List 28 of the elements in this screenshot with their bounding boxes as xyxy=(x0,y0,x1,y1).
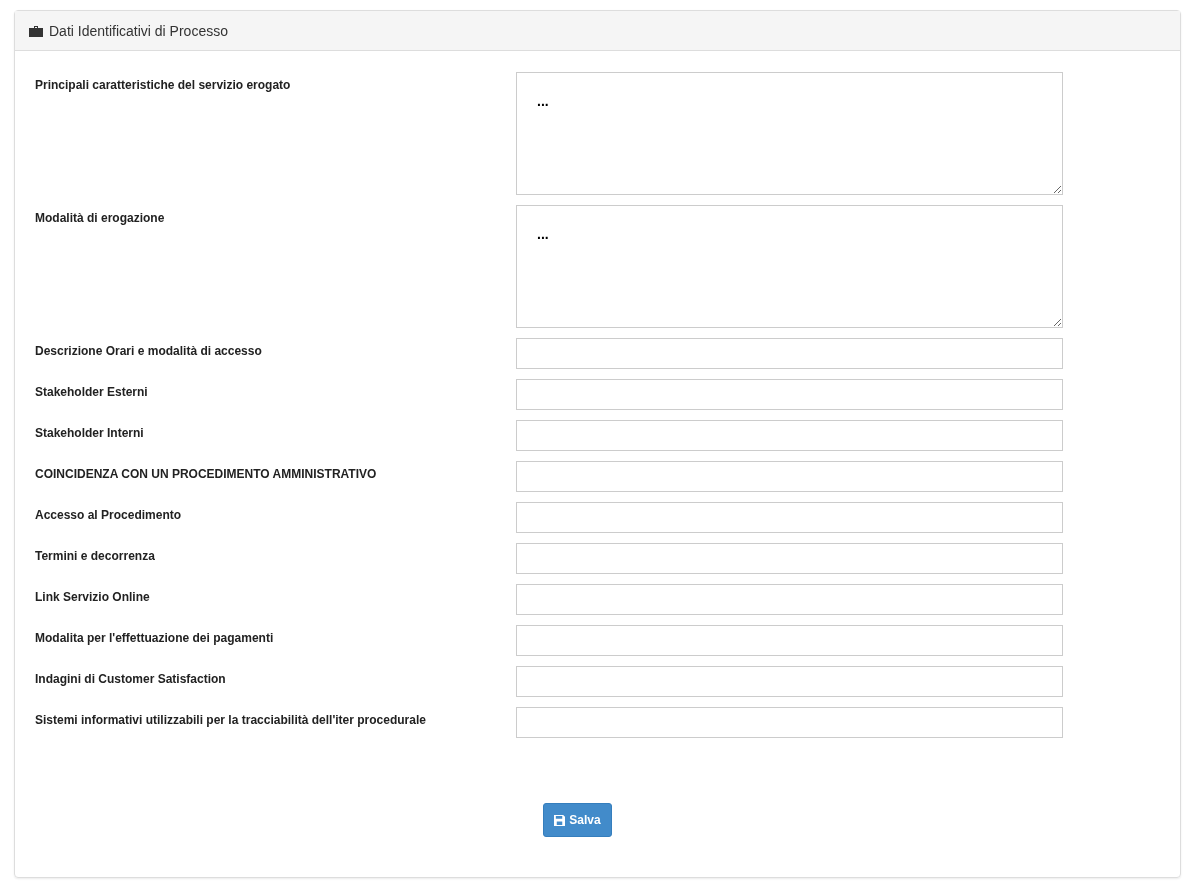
input-field[interactable] xyxy=(516,420,1063,451)
field-label: Modalità di erogazione xyxy=(35,210,166,227)
input-field[interactable] xyxy=(516,707,1063,738)
field-label: Descrizione Orari e modalità di accesso xyxy=(35,343,263,360)
save-button[interactable]: Salva xyxy=(543,803,612,837)
input-field[interactable] xyxy=(516,502,1063,533)
text-area[interactable]: ... xyxy=(516,205,1063,328)
input-field[interactable] xyxy=(516,338,1063,369)
field-label: Sistemi informativi utilizzabili per la tracciabilità dell'iter procedurale xyxy=(35,712,427,729)
field-label: Indagini di Customer Satisfaction xyxy=(35,671,227,688)
input-field[interactable] xyxy=(516,625,1063,656)
field-label: Link Servizio Online xyxy=(35,589,151,606)
input-field[interactable] xyxy=(516,543,1063,574)
field-label: Accesso al Procedimento xyxy=(35,507,183,524)
text-area[interactable]: ... xyxy=(516,72,1063,195)
floppy-icon xyxy=(554,814,566,826)
field-label: Stakeholder Esterni xyxy=(35,384,149,401)
field-label: Modalita per l'effettuazione dei pagamenti xyxy=(35,630,275,647)
input-field[interactable] xyxy=(516,461,1063,492)
panel-title: Dati Identificativi di Processo xyxy=(49,22,228,39)
input-field[interactable] xyxy=(516,666,1063,697)
briefcase-icon xyxy=(29,24,43,37)
field-label: Termini e decorrenza xyxy=(35,548,156,565)
input-field[interactable] xyxy=(516,584,1063,615)
field-label: COINCIDENZA CON UN PROCEDIMENTO AMMINISTRATIVO xyxy=(35,466,378,483)
field-label: Principali caratteristiche del servizio erogato xyxy=(35,77,292,94)
input-field[interactable] xyxy=(516,379,1063,410)
field-label: Stakeholder Interni xyxy=(35,425,145,442)
